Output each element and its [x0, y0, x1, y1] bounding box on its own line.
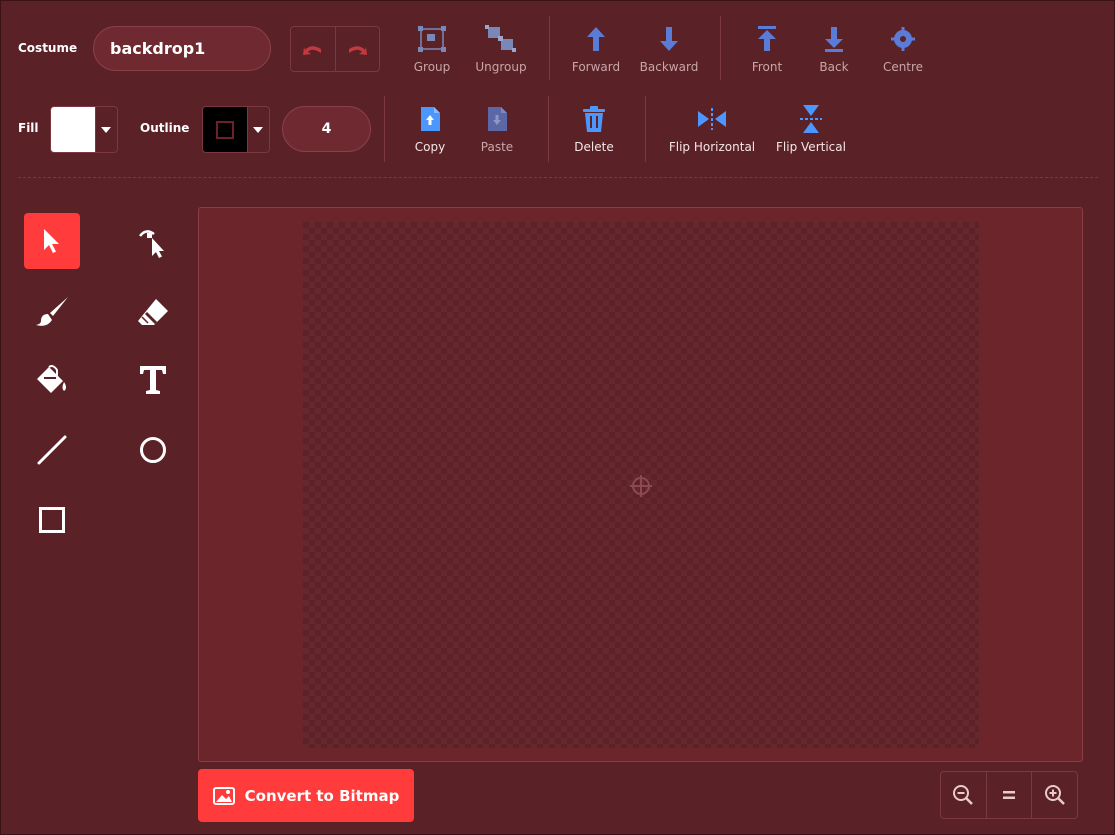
- copy-icon: [421, 107, 440, 131]
- trash-icon: [583, 106, 605, 132]
- flip-vertical-button[interactable]: Flip Vertical: [772, 104, 850, 154]
- centre-icon: [891, 27, 915, 51]
- tool-fill[interactable]: [24, 352, 80, 408]
- paste-icon: [488, 107, 507, 131]
- paint-bucket-icon: [37, 365, 66, 393]
- outline-swatch[interactable]: [203, 107, 247, 152]
- tool-text[interactable]: [125, 352, 181, 408]
- circle-icon: [140, 437, 166, 463]
- equals-icon: [1003, 791, 1015, 799]
- tool-brush[interactable]: [24, 284, 80, 340]
- group-icon: [418, 26, 446, 52]
- outline-swatch-inner: [216, 120, 234, 139]
- tool-select[interactable]: [24, 213, 80, 269]
- tool-eraser[interactable]: [125, 284, 181, 340]
- backward-button[interactable]: Backward: [636, 24, 702, 74]
- ungroup-button[interactable]: Ungroup: [470, 24, 532, 74]
- front-label: Front: [751, 60, 783, 74]
- back-label: Back: [819, 60, 849, 74]
- centre-button[interactable]: Centre: [876, 24, 930, 74]
- separator: [549, 16, 550, 80]
- flip-horizontal-icon: [698, 108, 726, 130]
- text-t-icon: [140, 366, 166, 394]
- select-arrow-icon: [44, 229, 59, 253]
- fill-label: Fill: [18, 121, 39, 135]
- front-icon: [758, 26, 776, 51]
- zoom-in-button[interactable]: [1031, 772, 1077, 818]
- eraser-icon: [138, 299, 168, 325]
- chevron-down-icon: [253, 126, 263, 133]
- zoom-in-icon: [1044, 785, 1065, 805]
- zoom-out-button[interactable]: [941, 772, 986, 818]
- brush-icon: [36, 297, 68, 326]
- zoom-controls: [940, 771, 1078, 819]
- toolbar-divider: [18, 177, 1098, 178]
- copy-label: Copy: [414, 140, 446, 154]
- separator: [548, 96, 549, 162]
- tool-line[interactable]: [24, 422, 80, 478]
- ungroup-icon: [485, 25, 516, 52]
- outline-color-picker[interactable]: [202, 106, 270, 153]
- tool-circle[interactable]: [125, 422, 181, 478]
- fill-color-picker[interactable]: [50, 106, 118, 153]
- outline-dropdown[interactable]: [247, 107, 268, 152]
- outline-width-input[interactable]: 4: [282, 106, 371, 152]
- group-label: Group: [413, 60, 451, 74]
- rectangle-icon: [39, 507, 65, 533]
- redo-icon: [349, 46, 368, 55]
- fill-dropdown[interactable]: [95, 107, 116, 152]
- line-icon: [37, 435, 67, 465]
- fill-swatch[interactable]: [51, 107, 95, 152]
- costume-name-input[interactable]: backdrop1: [93, 26, 271, 71]
- delete-label: Delete: [574, 140, 614, 154]
- convert-to-bitmap-label: Convert to Bitmap: [244, 786, 400, 805]
- paste-label: Paste: [480, 140, 514, 154]
- flip-vertical-label: Flip Vertical: [776, 140, 846, 154]
- separator: [384, 96, 385, 162]
- outline-label: Outline: [140, 121, 190, 135]
- delete-button[interactable]: Delete: [570, 104, 618, 154]
- forward-button[interactable]: Forward: [566, 24, 626, 74]
- tool-reshape[interactable]: [125, 213, 181, 269]
- flip-horizontal-label: Flip Horizontal: [668, 140, 756, 154]
- copy-button[interactable]: Copy: [410, 104, 450, 154]
- backward-icon: [660, 27, 678, 51]
- zoom-out-icon: [953, 785, 974, 805]
- undo-icon: [302, 46, 321, 55]
- back-button[interactable]: Back: [814, 24, 854, 74]
- centre-label: Centre: [882, 60, 924, 74]
- front-button[interactable]: Front: [746, 24, 788, 74]
- group-button[interactable]: Group: [410, 24, 454, 74]
- forward-icon: [587, 27, 605, 51]
- undo-button[interactable]: [291, 27, 335, 71]
- flip-horizontal-button[interactable]: Flip Horizontal: [664, 104, 760, 154]
- rotation-center-icon: [628, 473, 654, 503]
- redo-button[interactable]: [334, 27, 380, 71]
- costume-label: Costume: [18, 41, 78, 55]
- paste-button[interactable]: Paste: [476, 104, 518, 154]
- undo-redo-group: [290, 26, 380, 72]
- convert-to-bitmap-button[interactable]: Convert to Bitmap: [198, 769, 414, 822]
- flip-vertical-icon: [800, 105, 822, 133]
- back-icon: [825, 27, 843, 52]
- tool-rectangle[interactable]: [24, 492, 80, 548]
- backward-label: Backward: [639, 60, 699, 74]
- zoom-reset-button[interactable]: [985, 772, 1032, 818]
- image-icon: [212, 786, 235, 805]
- reshape-icon: [139, 230, 164, 258]
- separator: [645, 96, 646, 162]
- chevron-down-icon: [101, 126, 111, 133]
- ungroup-label: Ungroup: [475, 60, 527, 74]
- forward-label: Forward: [571, 60, 621, 74]
- separator: [720, 16, 721, 80]
